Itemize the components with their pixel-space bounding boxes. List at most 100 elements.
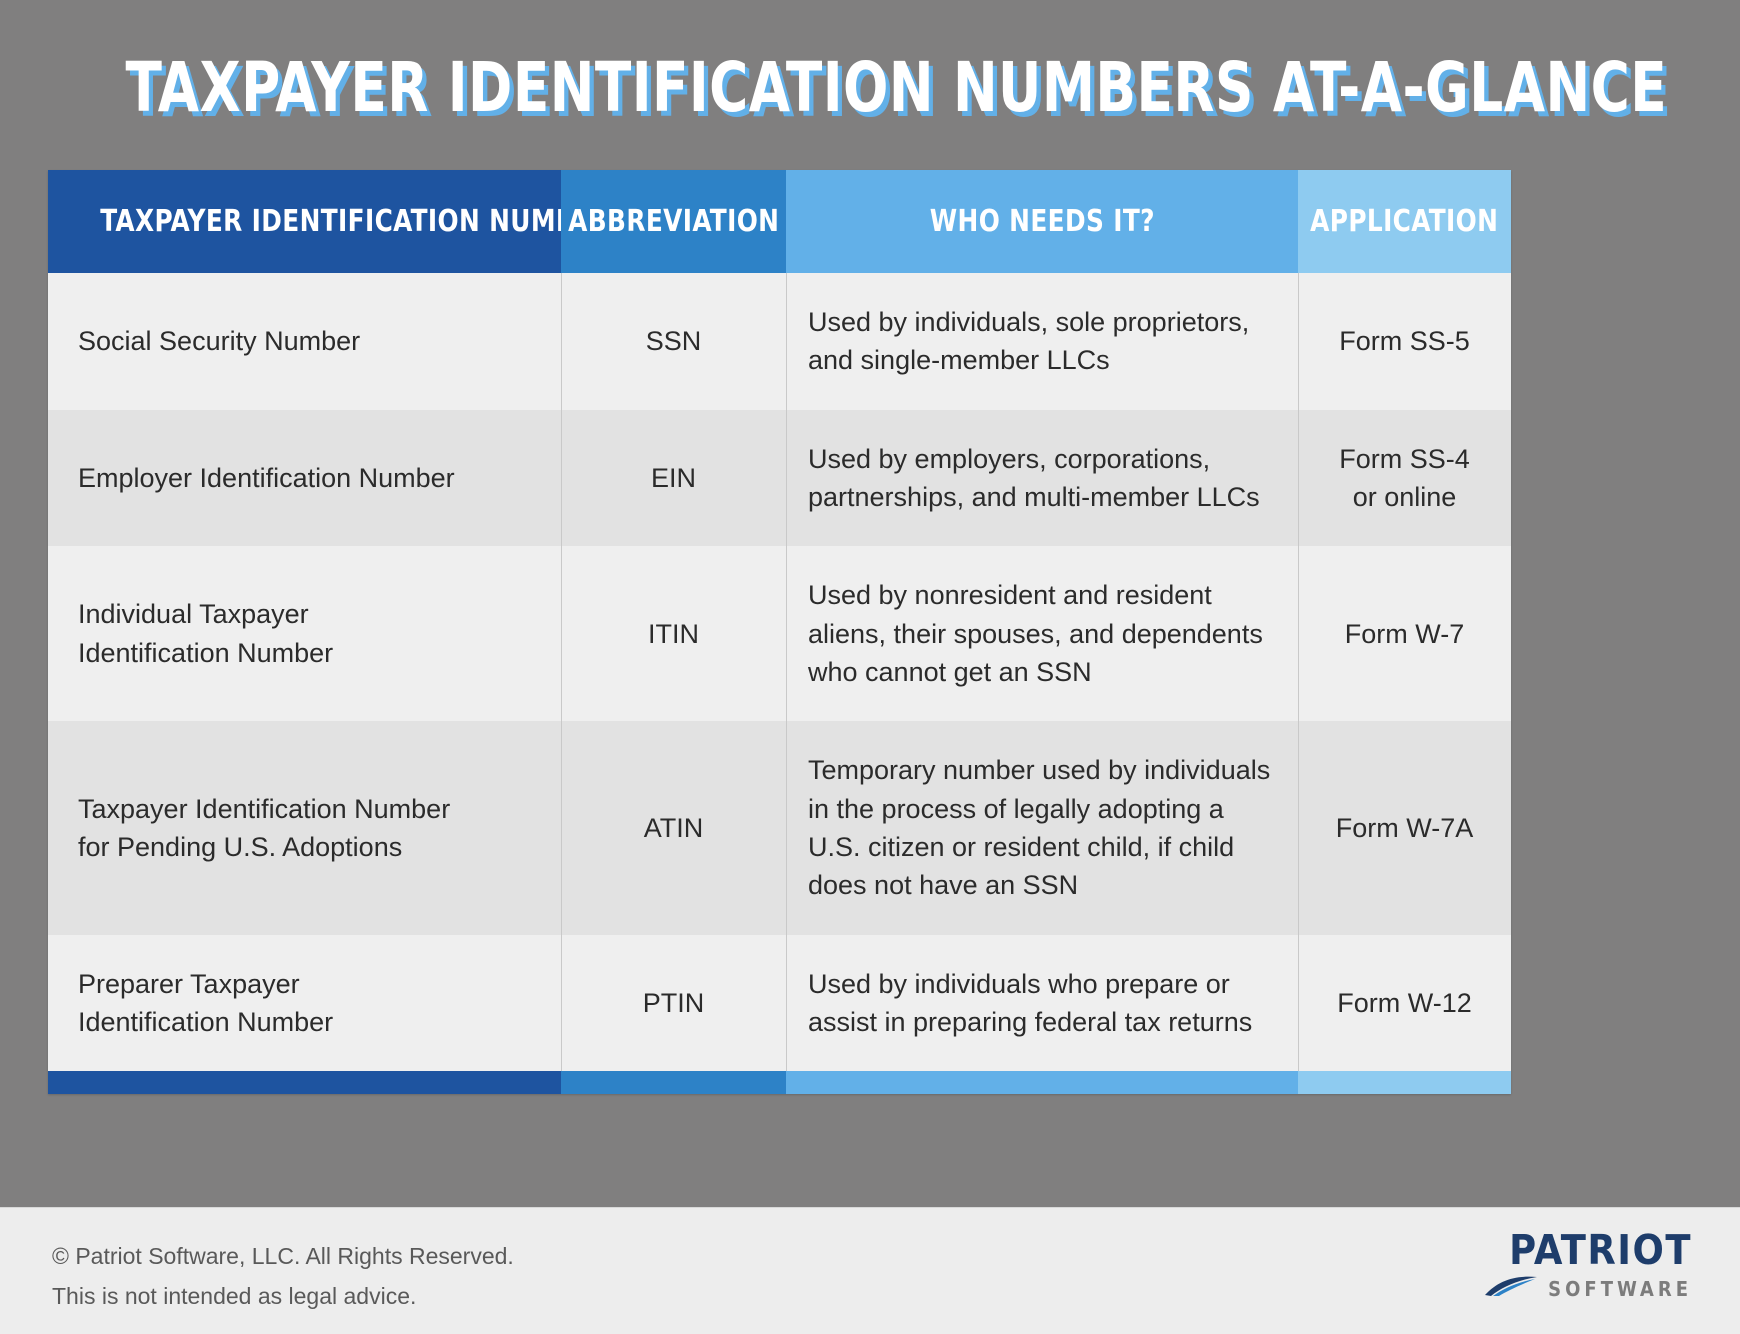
copyright-line: © Patriot Software, LLC. All Rights Rese…	[52, 1243, 514, 1269]
text-line: does not have an SSN	[808, 870, 1079, 901]
patriot-software-logo: PATRIOT SOFTWARE	[1442, 1230, 1692, 1302]
column-header-who-needs-it: WHO NEEDS IT?	[786, 170, 1298, 273]
cell-abbreviation: PTIN	[561, 934, 786, 1072]
tin-comparison-table: TAXPAYER IDENTIFICATION NUMBER ABBREVIAT…	[48, 170, 1511, 1095]
logo-secondary-row: SOFTWARE	[1442, 1275, 1692, 1302]
cell-application-text: Form W-7	[1345, 615, 1465, 653]
cell-abbreviation: SSN	[561, 273, 786, 410]
cell-application-text: Form SS-5	[1339, 322, 1470, 360]
cell-abbreviation: ITIN	[561, 546, 786, 722]
cell-who-needs-it: Temporary number used by individuals in t…	[786, 721, 1298, 935]
text-line: Temporary number used by individuals	[808, 755, 1271, 786]
column-header-name: TAXPAYER IDENTIFICATION NUMBER	[48, 170, 612, 273]
cell-abbreviation-text: SSN	[645, 326, 702, 357]
column-header-name-label: TAXPAYER IDENTIFICATION NUMBER	[100, 204, 613, 239]
text-line: Form SS-5	[1339, 326, 1470, 357]
text-line: who cannot get an SSN	[808, 656, 1092, 687]
column-header-application-label: APPLICATION	[1310, 204, 1499, 239]
cell-application-text: Form W-12	[1337, 984, 1472, 1022]
logo-wordmark: PATRIOT	[1509, 1226, 1692, 1274]
cell-tin-name: Preparer Taxpayer Identification Number	[48, 935, 561, 1072]
text-line: Preparer Taxpayer	[78, 968, 300, 999]
footer-bar-segment-2	[561, 1071, 786, 1095]
cell-who-needs-it: Used by nonresident and resident aliens, …	[786, 546, 1298, 722]
table-footer-bar	[48, 1071, 1511, 1095]
disclaimer-line: This is not intended as legal advice.	[52, 1283, 417, 1310]
table-row: Taxpayer Identification Number for Pendin…	[48, 721, 1511, 935]
text-line: Identification Number	[78, 637, 334, 668]
cell-abbreviation-text: EIN	[650, 462, 696, 493]
text-line: U.S. citizen or resident child, if child	[808, 831, 1235, 862]
text-line: or online	[1352, 481, 1457, 512]
cell-tin-name-text: Taxpayer Identification Number for Pendin…	[78, 790, 450, 867]
text-line: Used by nonresident and resident	[808, 580, 1212, 611]
cell-tin-name: Employer Identification Number	[48, 410, 561, 547]
cell-tin-name-text: Employer Identification Number	[78, 459, 455, 497]
cell-who-needs-it-text: Temporary number used by individuals in t…	[808, 751, 1270, 904]
text-line: Form W-7	[1344, 618, 1465, 649]
column-header-abbreviation-label: ABBREVIATION	[567, 204, 780, 239]
column-header-abbreviation: ABBREVIATION	[561, 170, 786, 273]
copyright-block: © Patriot Software, LLC. All Rights Rese…	[52, 1236, 514, 1317]
text-line: Used by individuals, sole proprietors,	[808, 307, 1250, 337]
table-header-row: TAXPAYER IDENTIFICATION NUMBER ABBREVIAT…	[48, 170, 1511, 303]
text-line: Form W-7A	[1335, 812, 1474, 843]
text-line: assist in preparing federal tax returns	[808, 1006, 1253, 1037]
text-line: in the process of legally adopting a	[808, 793, 1224, 824]
cell-who-needs-it-text: Used by employers, corporations, partners…	[808, 440, 1260, 517]
text-line: Form SS-4	[1339, 443, 1470, 474]
footer-bar-segment-3	[786, 1071, 1298, 1095]
cell-who-needs-it: Used by individuals who prepare or assist…	[786, 934, 1298, 1072]
cell-abbreviation-text: ITIN	[648, 618, 699, 649]
page-title: TAXPAYER IDENTIFICATION NUMBERS AT-A-GLA…	[125, 48, 1668, 128]
text-line: Used by individuals who prepare or	[808, 968, 1230, 999]
swoosh-icon	[1484, 1275, 1538, 1302]
cell-abbreviation-text: ATIN	[643, 812, 704, 843]
cell-who-needs-it-text: Used by individuals who prepare or assist…	[808, 965, 1252, 1042]
cell-application-text: Form SS-4 or online	[1339, 440, 1470, 517]
column-header-who-needs-it-label: WHO NEEDS IT?	[929, 204, 1155, 239]
text-line: Social Security Number	[78, 326, 361, 357]
cell-abbreviation: EIN	[561, 409, 786, 547]
text-line: Form W-12	[1337, 987, 1472, 1018]
cell-abbreviation-text: PTIN	[642, 987, 705, 1018]
table-row: Employer Identification Number EIN Used by…	[48, 409, 1511, 547]
cell-abbreviation: ATIN	[561, 721, 786, 935]
cell-who-needs-it-text: Used by nonresident and resident aliens, …	[808, 576, 1263, 691]
cell-tin-name: Taxpayer Identification Number for Pendin…	[48, 721, 561, 934]
text-line: aliens, their spouses, and dependents	[808, 618, 1263, 649]
column-header-application: APPLICATION	[1298, 170, 1511, 273]
cell-tin-name-text: Preparer Taxpayer Identification Number	[78, 965, 333, 1042]
cell-who-needs-it: Used by individuals, sole proprietors, an…	[786, 273, 1298, 410]
infographic-canvas: TAXPAYER IDENTIFICATION NUMBERS AT-A-GLA…	[0, 0, 1740, 1334]
table-body: Social Security Number SSN Used by individ…	[48, 273, 1511, 1072]
cell-application-text: Form W-7A	[1336, 809, 1474, 847]
text-line: Identification Number	[78, 1006, 334, 1037]
text-line: Employer Identification Number	[78, 462, 455, 493]
cell-who-needs-it: Used by employers, corporations, partners…	[786, 409, 1298, 547]
text-line: Individual Taxpayer	[78, 599, 309, 630]
cell-tin-name-text: Individual Taxpayer Identification Number	[78, 595, 333, 672]
cell-who-needs-it-text: Used by individuals, sole proprietors, an…	[808, 303, 1249, 380]
text-line: Used by employers, corporations,	[808, 443, 1211, 474]
cell-tin-name: Social Security Number	[48, 273, 561, 410]
table-row: Preparer Taxpayer Identification Number PT…	[48, 934, 1511, 1072]
text-line: for Pending U.S. Adoptions	[78, 831, 403, 862]
cell-application: Form W-7A	[1298, 721, 1511, 935]
cell-tin-name-text: Social Security Number	[78, 322, 360, 360]
text-line: Taxpayer Identification Number	[78, 793, 451, 824]
cell-application: Form W-7	[1298, 546, 1511, 722]
footer-bar-segment-1	[48, 1071, 561, 1095]
cell-application: Form SS-4 or online	[1298, 409, 1511, 547]
text-line: and single-member LLCs	[808, 345, 1110, 376]
table-row: Social Security Number SSN Used by individ…	[48, 273, 1511, 410]
page-footer: © Patriot Software, LLC. All Rights Rese…	[0, 1207, 1740, 1334]
cell-tin-name: Individual Taxpayer Identification Number	[48, 546, 561, 721]
cell-application: Form W-12	[1298, 934, 1511, 1072]
title-container: TAXPAYER IDENTIFICATION NUMBERS AT-A-GLA…	[0, 48, 1740, 128]
cell-application: Form SS-5	[1298, 273, 1511, 410]
logo-subtext: SOFTWARE	[1548, 1276, 1692, 1301]
table-row: Individual Taxpayer Identification Number…	[48, 546, 1511, 722]
text-line: partnerships, and multi-member LLCs	[808, 481, 1260, 512]
footer-bar-segment-4	[1298, 1071, 1511, 1095]
